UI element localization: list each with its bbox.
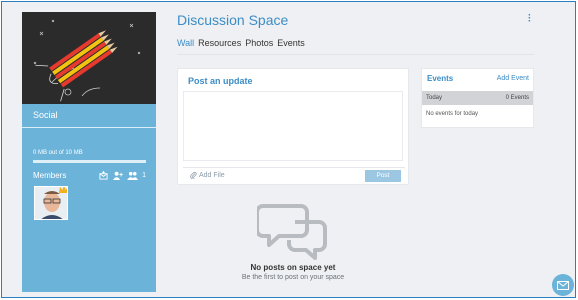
group-icon[interactable]: [127, 171, 138, 180]
tab-wall[interactable]: Wall: [177, 38, 194, 48]
members-label: Members: [33, 171, 67, 180]
app-frame: Social 0 MB out of 10 MB Members 1 Discu…: [1, 1, 576, 298]
kebab-menu-icon[interactable]: · · ·: [528, 11, 531, 27]
add-file-button[interactable]: Add File: [190, 171, 225, 179]
post-card-title: Post an update: [188, 76, 253, 86]
member-avatar[interactable]: [34, 186, 68, 220]
crown-icon: [59, 187, 67, 193]
storage-usage-bar: [33, 160, 146, 163]
storage-usage-text: 0 MB out of 10 MB: [33, 150, 83, 156]
no-events-text: No events for today: [426, 111, 479, 117]
tab-resources[interactable]: Resources: [198, 38, 241, 48]
events-card: Events Add Event Today 0 Events No event…: [421, 68, 534, 128]
post-card-divider: [183, 167, 405, 168]
post-text-input[interactable]: [183, 91, 403, 161]
empty-state-subtitle: Be the first to post on your space: [241, 274, 345, 281]
page-title: Discussion Space: [177, 12, 289, 28]
empty-state-title: No posts on space yet: [250, 263, 336, 272]
tabs-divider: [177, 54, 534, 55]
add-event-link[interactable]: Add Event: [497, 75, 529, 82]
today-events-count: 0 Events: [505, 95, 529, 101]
sidebar-divider: [22, 127, 156, 128]
mail-icon: [557, 280, 569, 290]
chat-bubbles-icon: [257, 204, 327, 260]
message-fab-button[interactable]: [552, 274, 574, 296]
events-today-row: Today 0 Events: [422, 91, 533, 105]
events-title: Events: [427, 74, 454, 83]
tab-photos[interactable]: Photos: [245, 38, 273, 48]
invite-icon[interactable]: [99, 171, 108, 180]
add-member-icon[interactable]: [112, 171, 123, 180]
post-update-card: Post an update Add File Post: [177, 68, 409, 185]
paperclip-icon: [190, 171, 197, 179]
member-count: 1: [142, 172, 146, 179]
add-file-label: Add File: [199, 171, 225, 179]
tab-events[interactable]: Events: [277, 38, 305, 48]
today-label: Today: [426, 95, 443, 101]
members-header: Members 1: [33, 171, 146, 180]
empty-posts-state: No posts on space yet Be the first to po…: [177, 202, 409, 281]
space-sidebar: Social 0 MB out of 10 MB Members 1: [22, 12, 156, 292]
space-tabs: Wall Resources Photos Events: [177, 38, 305, 48]
pencil-rocket-illustration: [22, 12, 156, 104]
cover-image: [22, 12, 156, 104]
space-type-label: Social: [33, 110, 58, 120]
post-button[interactable]: Post: [365, 170, 401, 182]
